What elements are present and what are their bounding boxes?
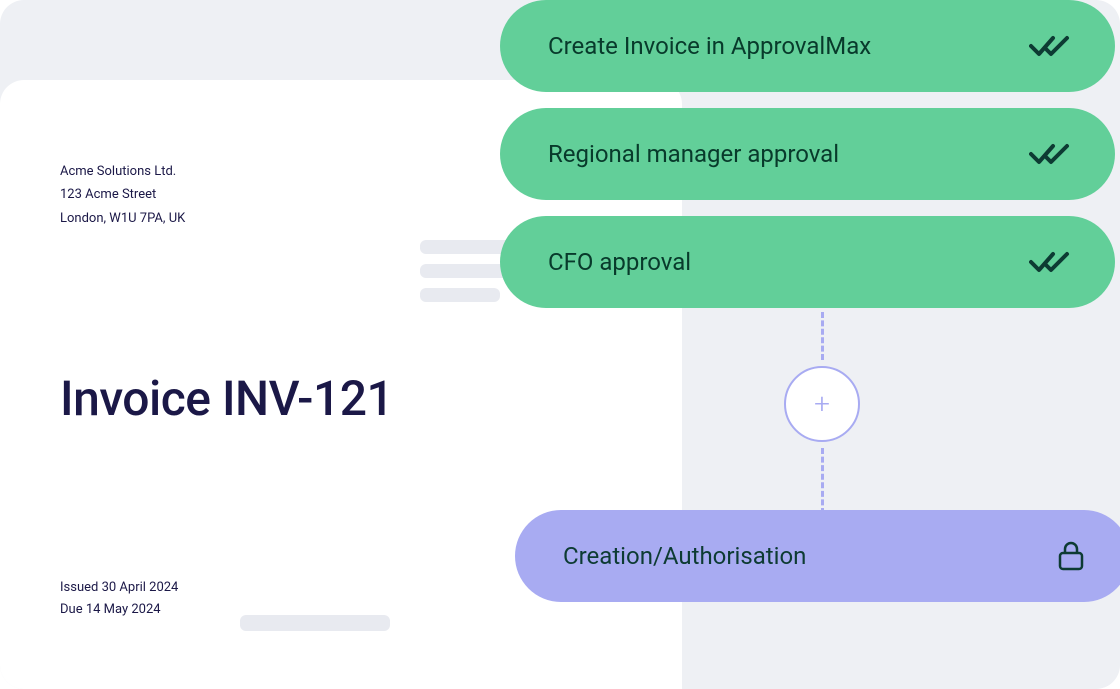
workflow-final-step: Creation/Authorisation — [515, 510, 1115, 618]
step-label: Creation/Authorisation — [563, 542, 806, 570]
skeleton-line — [240, 615, 390, 631]
app-canvas: Acme Solutions Ltd. 123 Acme Street Lond… — [0, 0, 1120, 689]
workflow-step-create[interactable]: Create Invoice in ApprovalMax — [500, 0, 1115, 92]
dashed-line — [821, 312, 824, 360]
invoice-title: Invoice INV-121 — [60, 370, 622, 427]
step-label: CFO approval — [548, 248, 691, 276]
workflow-step-regional[interactable]: Regional manager approval — [500, 108, 1115, 200]
lock-icon — [1058, 541, 1084, 571]
add-step-button[interactable]: + — [784, 366, 860, 442]
step-label: Regional manager approval — [548, 140, 839, 168]
dashed-line — [821, 448, 824, 514]
double-check-icon — [1029, 34, 1069, 58]
double-check-icon — [1029, 142, 1069, 166]
workflow-step-cfo[interactable]: CFO approval — [500, 216, 1115, 308]
workflow-step-final[interactable]: Creation/Authorisation — [515, 510, 1120, 602]
workflow-steps: Create Invoice in ApprovalMax Regional m… — [500, 0, 1120, 324]
skeleton-line — [420, 288, 500, 302]
plus-icon: + — [814, 390, 830, 418]
step-label: Create Invoice in ApprovalMax — [548, 32, 871, 60]
double-check-icon — [1029, 250, 1069, 274]
